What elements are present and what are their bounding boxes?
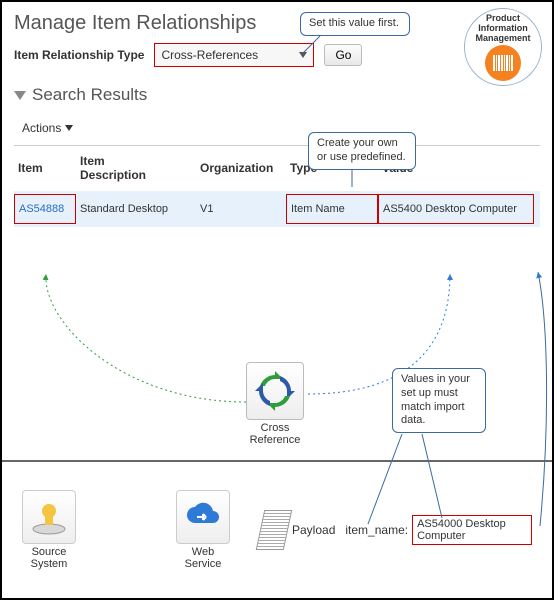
- col-description: Item Description: [80, 154, 200, 183]
- web-service: Web Service: [176, 490, 230, 570]
- cell-organization: V1: [196, 203, 286, 215]
- source-system-icon: [29, 497, 69, 537]
- payload: Payload: [260, 510, 335, 550]
- chevron-down-icon: [65, 125, 73, 131]
- collapse-icon[interactable]: [14, 91, 26, 100]
- cloud-icon: [183, 497, 223, 537]
- actions-menu[interactable]: Actions: [2, 107, 552, 139]
- payload-label: Payload: [292, 523, 335, 537]
- web-service-label: Web Service: [176, 546, 230, 570]
- pim-badge: Product Information Management: [464, 8, 542, 86]
- annotation-set-first: Set this value first.: [300, 12, 410, 36]
- go-button[interactable]: Go: [324, 44, 362, 66]
- chevron-down-icon: [299, 52, 307, 58]
- source-system-label: Source System: [22, 546, 76, 570]
- barcode-icon: [485, 45, 521, 81]
- relationship-type-label: Item Relationship Type: [14, 48, 144, 62]
- col-organization: Organization: [200, 161, 290, 175]
- cross-reference-icon: Cross Reference: [242, 362, 308, 446]
- payload-item-name: item_name: AS54000 Desktop Computer: [345, 515, 532, 545]
- search-results-heading: Search Results: [2, 75, 552, 107]
- table-row[interactable]: AS54888 Standard Desktop V1 Item Name AS…: [14, 191, 540, 227]
- item-name-value: AS54000 Desktop Computer: [412, 515, 532, 545]
- recycle-arrows-icon: [253, 369, 297, 413]
- relationship-type-select[interactable]: Cross-References: [154, 43, 314, 67]
- pim-line2: Information: [478, 23, 528, 33]
- cell-description: Standard Desktop: [76, 203, 196, 215]
- search-results-label: Search Results: [32, 85, 147, 105]
- pim-line1: Product: [486, 13, 520, 23]
- results-table: Item Item Description Organization Type …: [14, 145, 540, 227]
- relationship-type-value: Cross-References: [161, 48, 258, 62]
- table-header: Item Item Description Organization Type …: [14, 146, 540, 191]
- item-name-key: item_name:: [345, 523, 408, 537]
- cell-item[interactable]: AS54888: [14, 194, 76, 224]
- annotation-create-own: Create your own or use predefined.: [308, 132, 416, 170]
- col-item: Item: [18, 161, 80, 175]
- annotation-values-match: Values in your set up must match import …: [392, 368, 486, 433]
- cell-type: Item Name: [286, 194, 378, 224]
- actions-label: Actions: [22, 121, 61, 135]
- cross-reference-label: Cross Reference: [242, 422, 308, 446]
- pim-line3: Management: [475, 33, 530, 43]
- document-icon: [256, 510, 293, 550]
- cell-value: AS5400 Desktop Computer: [378, 194, 534, 224]
- source-system: Source System: [22, 490, 76, 570]
- bottom-bar: Source System Web Service Payload item_n…: [2, 460, 552, 598]
